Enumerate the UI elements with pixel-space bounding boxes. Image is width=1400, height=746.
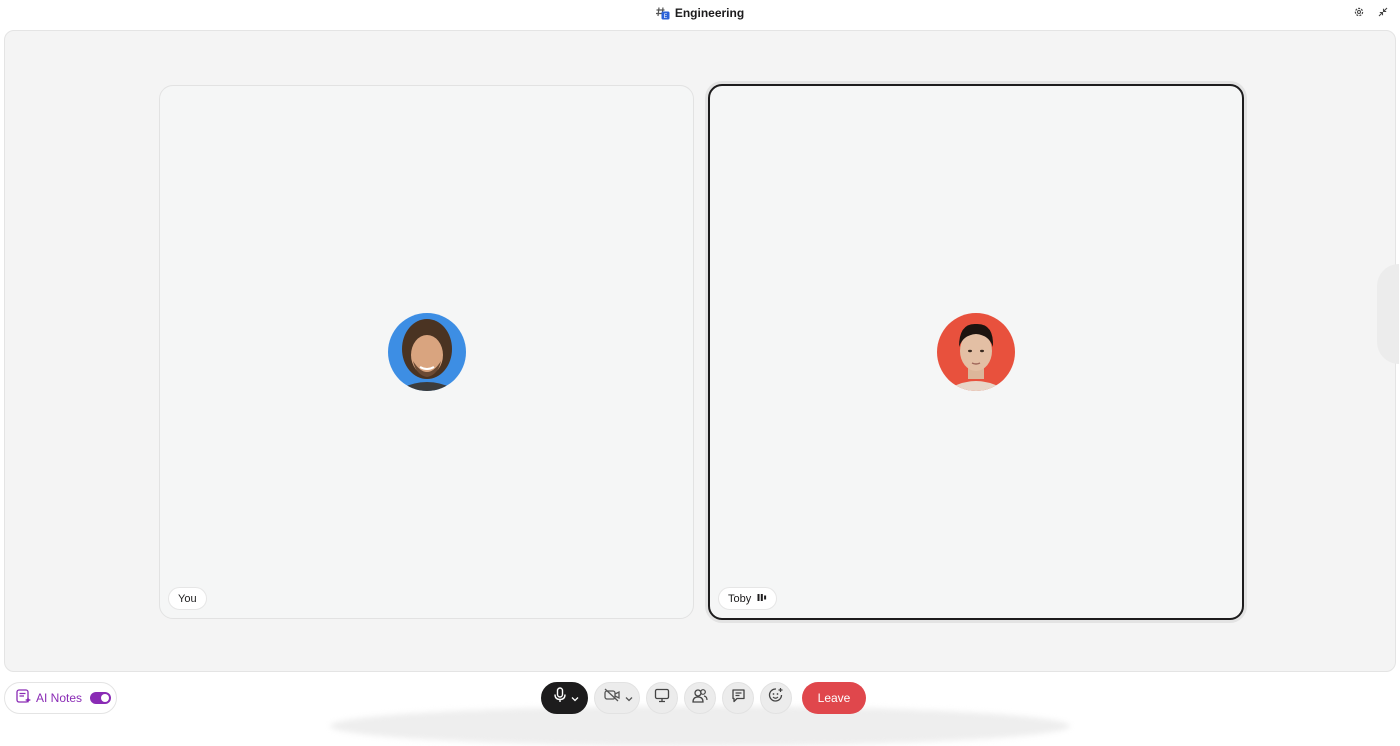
participant-name-tag: You xyxy=(168,587,207,610)
invite-people-button[interactable] xyxy=(684,681,716,714)
participant-name-tag: Toby xyxy=(718,587,778,610)
participant-tile-you[interactable]: You xyxy=(159,85,694,619)
microphone-button[interactable] xyxy=(541,681,588,714)
leave-button[interactable]: Leave xyxy=(802,681,866,714)
camera-button[interactable] xyxy=(594,681,640,714)
svg-text:E: E xyxy=(663,13,667,20)
chat-icon xyxy=(731,688,746,708)
camera-off-icon xyxy=(603,688,620,707)
avatar xyxy=(387,313,466,391)
hash-channel-icon: E xyxy=(655,6,670,20)
participant-name: Toby xyxy=(728,592,752,605)
video-stage: You Toby xyxy=(4,30,1399,672)
microphone-icon xyxy=(553,687,567,708)
emoji-add-icon xyxy=(768,687,784,708)
ai-notes-label: AI Notes xyxy=(36,691,83,705)
screen-share-icon xyxy=(654,688,670,708)
chevron-down-icon[interactable] xyxy=(625,689,633,707)
audio-level-icon xyxy=(757,593,767,605)
ai-notes-toggle-button[interactable]: AI Notes xyxy=(4,682,117,714)
ai-notes-switch[interactable] xyxy=(90,692,112,704)
chat-button[interactable] xyxy=(722,681,754,714)
avatar xyxy=(937,313,1015,391)
participant-name: You xyxy=(178,592,197,605)
call-controls: Leave xyxy=(541,681,866,714)
screen-share-button[interactable] xyxy=(646,681,678,714)
side-panel-handle[interactable] xyxy=(1377,264,1399,364)
channel-title: E Engineering xyxy=(655,6,745,20)
people-icon xyxy=(692,688,708,708)
ai-notes-icon xyxy=(16,688,31,708)
channel-name: Engineering xyxy=(674,6,745,20)
minimize-icon[interactable] xyxy=(1376,5,1390,19)
huddle-header: E Engineering xyxy=(0,0,1400,26)
participant-tile-toby[interactable]: Toby xyxy=(708,84,1244,620)
reactions-button[interactable] xyxy=(760,681,792,714)
gear-icon[interactable] xyxy=(1352,5,1366,19)
chevron-down-icon[interactable] xyxy=(571,689,579,707)
